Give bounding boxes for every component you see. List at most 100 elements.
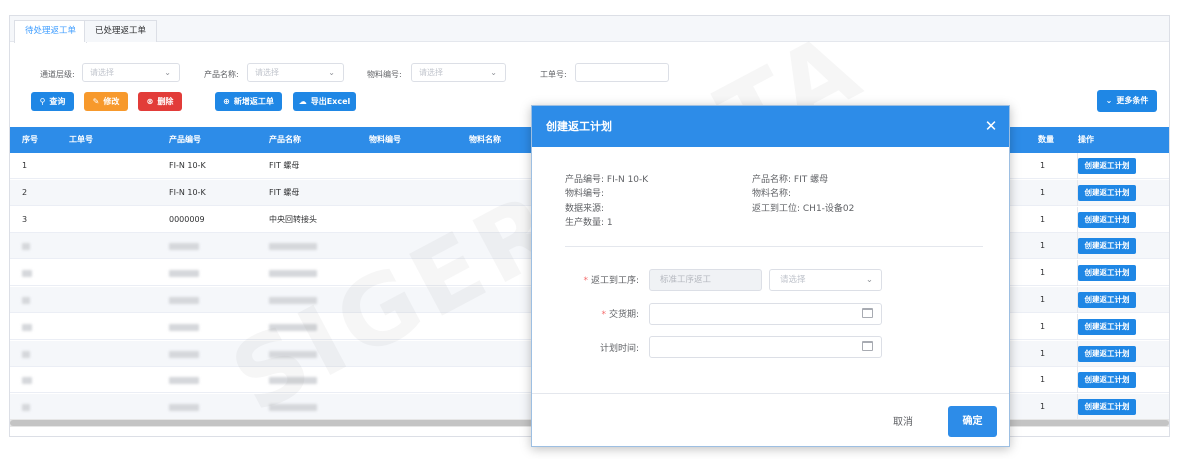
footer-divider — [532, 393, 1009, 394]
chevron-down-icon: ⌄ — [328, 68, 335, 77]
redacted-cell — [269, 323, 317, 331]
work-order-label: 工单号: — [540, 70, 567, 79]
redacted-cell — [269, 270, 317, 278]
cell-product-code: FI-N 10-K — [169, 161, 206, 170]
info-product-code: 产品编号: FI-N 10-K — [565, 175, 649, 185]
redacted-cell — [269, 350, 317, 358]
cell-product-code: 0000009 — [169, 214, 205, 224]
channel-level-select[interactable]: 请选择 ⌄ — [82, 63, 180, 82]
cell-seq: 3 — [22, 214, 28, 224]
edit-button[interactable]: ✎ 修改 — [84, 92, 128, 111]
cancel-button[interactable]: 取消 — [893, 409, 913, 437]
chevron-down-icon: ⌄ — [1105, 96, 1113, 105]
redacted-cell — [269, 297, 317, 304]
redacted-cell — [169, 350, 199, 358]
create-rework-plan-button[interactable]: 创建返工计划 — [1078, 318, 1136, 335]
create-rework-plan-button[interactable]: 创建返工计划 — [1078, 265, 1136, 282]
return-process-input: 标准工序返工 — [649, 269, 762, 291]
create-rework-plan-dialog: 创建返工计划 ✕ 产品编号: FI-N 10-K 产品名称: FIT 螺母 物料… — [531, 105, 1010, 447]
redacted-cell — [22, 323, 32, 331]
header-seq: 序号 — [22, 135, 38, 144]
cell-quantity: 1 — [1040, 348, 1046, 358]
cell-quantity: 1 — [1040, 214, 1046, 224]
close-icon[interactable]: ✕ — [982, 106, 1000, 147]
cell-seq: 1 — [22, 161, 28, 170]
redacted-cell — [22, 243, 30, 251]
create-rework-plan-button[interactable]: 创建返工计划 — [1078, 399, 1136, 416]
plan-time-label: 计划时间: — [599, 344, 639, 354]
material-code-select[interactable]: 请选择 ⌄ — [411, 63, 506, 82]
header-action: 操作 — [1078, 135, 1094, 144]
redacted-cell — [22, 404, 30, 412]
cell-quantity: 1 — [1040, 161, 1046, 170]
confirm-button[interactable]: 确定 — [948, 406, 997, 437]
cell-product-name: 中央回转接头 — [269, 214, 317, 224]
more-conditions-button[interactable]: ⌄ 更多条件 — [1097, 90, 1157, 112]
divider — [565, 246, 983, 247]
channel-level-label: 通道层级: — [40, 70, 75, 79]
create-rework-plan-button[interactable]: 创建返工计划 — [1078, 345, 1136, 362]
info-data-source: 数据来源: — [565, 204, 605, 214]
chevron-down-icon: ⌄ — [164, 68, 171, 77]
cell-quantity: 1 — [1040, 295, 1046, 304]
tabs-bar: 待处理返工单 已处理返工单 — [10, 16, 1169, 43]
calendar-icon — [862, 341, 873, 351]
product-name-select[interactable]: 请选择 ⌄ — [247, 63, 344, 82]
create-rework-plan-button[interactable]: 创建返工计划 — [1078, 184, 1136, 201]
redacted-cell — [169, 270, 199, 278]
cell-quantity: 1 — [1040, 187, 1046, 197]
plus-circle-icon: ⊕ — [223, 97, 230, 106]
cell-quantity: 1 — [1040, 321, 1046, 331]
tab-pending-rework[interactable]: 待处理返工单 — [14, 20, 88, 43]
cell-product-name: FIT 螺母 — [269, 187, 300, 197]
create-rework-plan-button[interactable]: 创建返工计划 — [1078, 211, 1136, 228]
plan-time-picker[interactable] — [649, 336, 882, 358]
calendar-icon — [862, 308, 873, 318]
search-icon: ⚲ — [39, 97, 46, 106]
work-order-input[interactable] — [575, 63, 669, 82]
export-excel-button[interactable]: ☁ 导出Excel — [293, 92, 356, 111]
dialog-title: 创建返工计划 — [546, 120, 612, 133]
create-rework-plan-button[interactable]: 创建返工计划 — [1078, 372, 1136, 389]
pencil-icon: ✎ — [92, 97, 100, 106]
product-name-label: 产品名称: — [204, 70, 239, 79]
redacted-cell — [169, 323, 199, 331]
info-product-name: 产品名称: FIT 螺母 — [752, 175, 829, 185]
header-product-name: 产品名称 — [269, 135, 301, 144]
info-production-qty: 生产数量: 1 — [565, 218, 613, 228]
delete-button[interactable]: ⊗ 删除 — [138, 92, 182, 111]
redacted-cell — [169, 243, 199, 251]
cell-quantity: 1 — [1040, 375, 1046, 385]
cloud-icon: ☁ — [298, 97, 307, 106]
redacted-cell — [22, 297, 30, 304]
header-product-code: 产品编号 — [169, 135, 201, 144]
tab-processed-rework[interactable]: 已处理返工单 — [84, 20, 158, 42]
info-material-name: 物料名称: — [752, 189, 792, 199]
create-rework-plan-button[interactable]: 创建返工计划 — [1078, 158, 1136, 174]
cell-product-name: FIT 螺母 — [269, 161, 300, 170]
header-material-code: 物料编号 — [369, 135, 401, 144]
info-return-station: 返工到工位: CH1-设备02 — [752, 204, 855, 214]
cell-product-code: FI-N 10-K — [169, 187, 206, 197]
cell-quantity: 1 — [1040, 402, 1046, 412]
redacted-cell — [169, 377, 199, 385]
delivery-date-picker[interactable] — [649, 303, 882, 325]
create-rework-plan-button[interactable]: 创建返工计划 — [1078, 292, 1136, 308]
add-rework-button[interactable]: ⊕ 新增返工单 — [215, 92, 282, 111]
query-button[interactable]: ⚲ 查询 — [31, 92, 74, 111]
create-rework-plan-button[interactable]: 创建返工计划 — [1078, 238, 1136, 255]
redacted-cell — [269, 377, 317, 385]
redacted-cell — [169, 297, 199, 304]
cell-quantity: 1 — [1040, 268, 1046, 278]
redacted-cell — [22, 270, 32, 278]
material-code-label: 物料编号: — [367, 70, 402, 79]
return-process-select[interactable]: 请选择 ⌄ — [769, 269, 882, 291]
redacted-cell — [169, 404, 199, 412]
chevron-down-icon: ⌄ — [490, 68, 497, 77]
cell-quantity: 1 — [1040, 241, 1046, 251]
header-quantity: 数量 — [1038, 135, 1054, 144]
info-material-code: 物料编号: — [565, 189, 605, 199]
redacted-cell — [22, 377, 32, 385]
header-material-name: 物料名称 — [469, 135, 501, 144]
redacted-cell — [269, 404, 317, 412]
